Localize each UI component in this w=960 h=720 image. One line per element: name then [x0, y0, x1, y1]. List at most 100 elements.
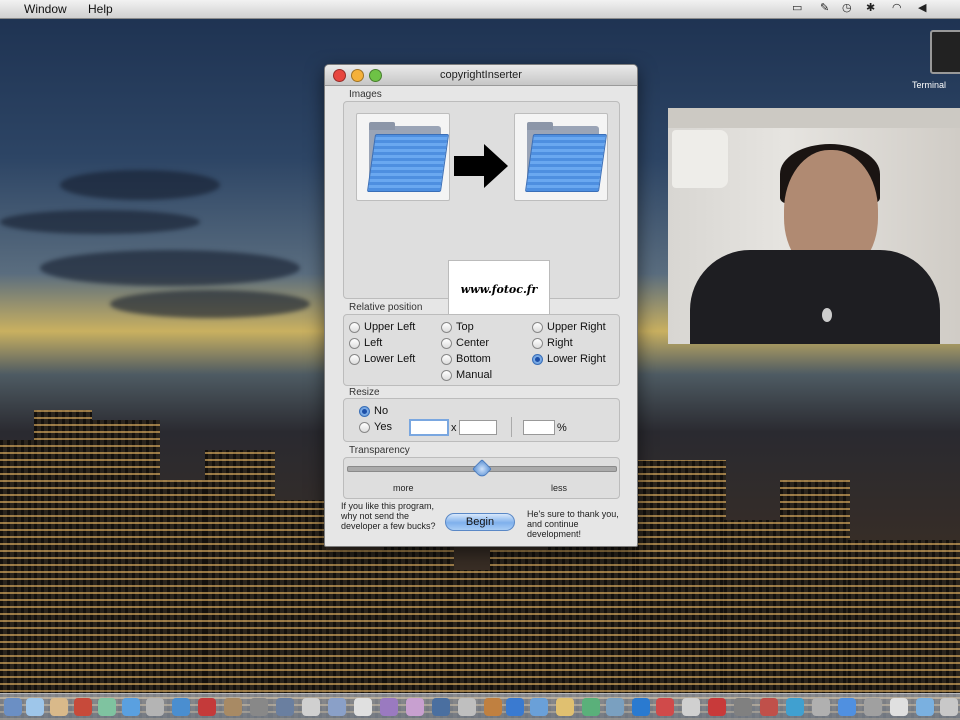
- radio-upper-right[interactable]: Upper Right: [532, 321, 606, 333]
- app-icon[interactable]: [708, 698, 726, 716]
- app-window: copyrightInserter Images www.fotoc.fr Re…: [324, 64, 638, 547]
- webcam-overlay: [668, 108, 960, 344]
- slider-min-label: more: [393, 483, 414, 493]
- width-input[interactable]: [409, 419, 449, 436]
- radio-button-selected[interactable]: [532, 353, 543, 365]
- lock-icon[interactable]: [656, 698, 674, 716]
- app-icon[interactable]: [734, 698, 752, 716]
- safari-icon[interactable]: [172, 698, 190, 716]
- dock: [0, 693, 960, 720]
- radio-label: Right: [547, 337, 573, 349]
- radio-button[interactable]: [359, 421, 370, 433]
- dimension-separator: x: [451, 422, 457, 434]
- radio-right[interactable]: Right: [532, 337, 573, 349]
- app-icon[interactable]: [582, 698, 600, 716]
- app-icon[interactable]: [864, 698, 882, 716]
- radio-button[interactable]: [532, 321, 543, 333]
- arrow-right-icon: [454, 144, 508, 188]
- app-icon[interactable]: [328, 698, 346, 716]
- radio-button[interactable]: [349, 353, 360, 365]
- system-preferences-icon[interactable]: [250, 698, 268, 716]
- iphoto-icon[interactable]: [224, 698, 242, 716]
- radio-lower-right[interactable]: Lower Right: [532, 353, 606, 365]
- app-icon[interactable]: [276, 698, 294, 716]
- watermark-preview[interactable]: www.fotoc.fr: [448, 260, 550, 318]
- app-icon[interactable]: [812, 698, 830, 716]
- window-title: copyrightInserter: [440, 69, 522, 81]
- photo-booth-icon[interactable]: [198, 698, 216, 716]
- app-icon[interactable]: [406, 698, 424, 716]
- bluetooth-icon[interactable]: ✱: [866, 1, 875, 17]
- transparency-label: Transparency: [349, 445, 410, 456]
- volume-icon[interactable]: ◀: [918, 1, 926, 17]
- mail-icon[interactable]: [26, 698, 44, 716]
- app-icon[interactable]: [530, 698, 548, 716]
- radio-button[interactable]: [441, 337, 452, 349]
- donate-text-left: If you like this program, why not send t…: [341, 501, 436, 531]
- app-icon[interactable]: [432, 698, 450, 716]
- radio-button-selected[interactable]: [359, 405, 370, 417]
- wallpaper-cloud: [110, 290, 310, 318]
- menu-help[interactable]: Help: [88, 2, 113, 16]
- radio-top[interactable]: Top: [441, 321, 474, 333]
- app-icon[interactable]: [302, 698, 320, 716]
- slider-max-label: less: [551, 483, 568, 493]
- menu-window[interactable]: Window: [24, 2, 67, 16]
- app-icon[interactable]: [354, 698, 372, 716]
- radio-button[interactable]: [349, 321, 360, 333]
- app-icon[interactable]: [556, 698, 574, 716]
- radio-bottom[interactable]: Bottom: [441, 353, 491, 365]
- radio-center[interactable]: Center: [441, 337, 489, 349]
- addressbook-icon[interactable]: [50, 698, 68, 716]
- trash-icon[interactable]: [940, 698, 958, 716]
- source-folder-well[interactable]: [356, 113, 450, 201]
- radio-upper-left[interactable]: Upper Left: [349, 321, 415, 333]
- radio-button[interactable]: [349, 337, 360, 349]
- downloads-stack-icon[interactable]: [916, 698, 934, 716]
- radio-label: Yes: [374, 421, 392, 433]
- divider: [511, 417, 512, 437]
- wifi-icon[interactable]: ◠: [892, 1, 902, 17]
- app-icon[interactable]: [606, 698, 624, 716]
- app-icon[interactable]: [682, 698, 700, 716]
- destination-folder-well[interactable]: [514, 113, 608, 201]
- radio-button[interactable]: [441, 321, 452, 333]
- radio-manual[interactable]: Manual: [441, 369, 492, 381]
- radio-label: Upper Right: [547, 321, 606, 333]
- time-machine-icon[interactable]: ◷: [842, 1, 852, 17]
- radio-button[interactable]: [441, 353, 452, 365]
- app-icon[interactable]: [380, 698, 398, 716]
- terminal-label: Terminal: [912, 80, 947, 90]
- radio-button[interactable]: [441, 369, 452, 381]
- app-icon[interactable]: [458, 698, 476, 716]
- calendar-icon[interactable]: [74, 698, 92, 716]
- begin-button[interactable]: Begin: [445, 513, 515, 531]
- radio-left[interactable]: Left: [349, 337, 382, 349]
- script-menu-icon[interactable]: ✎: [820, 1, 829, 17]
- app-icon[interactable]: [632, 698, 650, 716]
- radio-label: Top: [456, 321, 474, 333]
- preview-icon[interactable]: [146, 698, 164, 716]
- height-input[interactable]: [459, 420, 497, 435]
- app-icon[interactable]: [760, 698, 778, 716]
- app-icon[interactable]: [506, 698, 524, 716]
- menu-bar: Window Help ▭ ✎ ◷ ✱ ◠ ◀: [0, 0, 960, 19]
- app-icon[interactable]: [786, 698, 804, 716]
- app-icon[interactable]: [890, 698, 908, 716]
- screen-recording-icon[interactable]: ▭: [792, 1, 802, 17]
- app-icon[interactable]: [484, 698, 502, 716]
- app-icon[interactable]: [838, 698, 856, 716]
- air-conditioner: [672, 130, 728, 188]
- itunes-icon[interactable]: [122, 698, 140, 716]
- percent-input[interactable]: [523, 420, 555, 435]
- ichat-icon[interactable]: [98, 698, 116, 716]
- window-titlebar[interactable]: copyrightInserter: [325, 65, 637, 86]
- terminal-icon[interactable]: [930, 30, 960, 74]
- radio-resize-no[interactable]: No: [359, 405, 388, 417]
- finder-icon[interactable]: [4, 698, 22, 716]
- radio-lower-left[interactable]: Lower Left: [349, 353, 415, 365]
- radio-resize-yes[interactable]: Yes: [359, 421, 392, 433]
- donate-text-right: He's sure to thank you, and continue dev…: [527, 509, 619, 539]
- resize-label: Resize: [349, 387, 380, 398]
- radio-button[interactable]: [532, 337, 543, 349]
